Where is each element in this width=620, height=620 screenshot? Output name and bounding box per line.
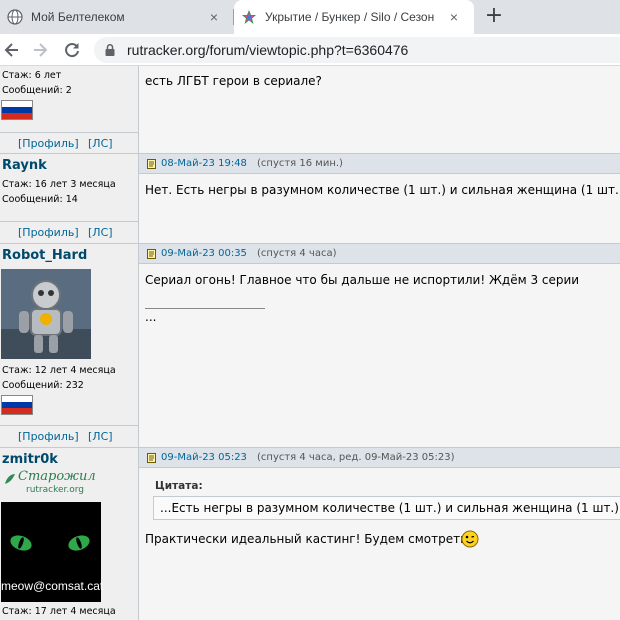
post: zmitr0k Старожил rutracker.org meow@coms… bbox=[0, 448, 620, 620]
post-body: 09-Май-23 00:35 (спустя 4 часа) Сериал о… bbox=[139, 244, 620, 447]
post-header: 09-Май-23 00:35 (спустя 4 часа) bbox=[139, 244, 620, 264]
post-body: 09-Май-23 05:23 (спустя 4 часа, ред. 09-… bbox=[139, 448, 620, 620]
post-header: 09-Май-23 05:23 (спустя 4 часа, ред. 09-… bbox=[139, 448, 620, 468]
russia-flag-icon bbox=[1, 100, 33, 120]
post-signature: ... bbox=[145, 310, 157, 324]
address-bar: rutracker.org/forum/viewtopic.php?t=6360… bbox=[0, 34, 620, 66]
post-text: Сериал огонь! Главное что бы дальше не и… bbox=[145, 273, 580, 287]
author-messages: Сообщений: 14 bbox=[2, 194, 78, 205]
back-arrow-icon[interactable] bbox=[2, 40, 22, 60]
post: Стаж: 6 лет Сообщений: 2 [Профиль] [ЛС] … bbox=[0, 66, 620, 154]
post-date-link[interactable]: 09-Май-23 05:23 bbox=[161, 452, 247, 463]
author-stazh: Стаж: 16 лет 3 месяца bbox=[2, 179, 116, 190]
author-nick[interactable]: zmitr0k bbox=[2, 452, 58, 467]
pm-link[interactable]: [ЛС] bbox=[88, 430, 113, 443]
robot-avatar bbox=[1, 269, 91, 359]
post-text: Нет. Есть негры в разумном количестве (1… bbox=[145, 183, 620, 197]
post-text: есть ЛГБТ герои в сериале? bbox=[145, 74, 322, 88]
pm-link[interactable]: [ЛС] bbox=[88, 137, 113, 150]
tab-bar: Мой Белтелеком × Укрытие / Бункер / Silo… bbox=[0, 0, 620, 34]
quote-label: Цитата: bbox=[155, 480, 203, 492]
author-rank-site: rutracker.org bbox=[26, 485, 85, 495]
post-author-panel: zmitr0k Старожил rutracker.org meow@coms… bbox=[0, 448, 139, 620]
profile-link[interactable]: [Профиль] bbox=[18, 430, 79, 443]
tab-title: Мой Белтелеком bbox=[31, 10, 125, 24]
author-rank: Старожил bbox=[18, 469, 96, 484]
author-nick[interactable]: Robot_Hard bbox=[2, 248, 87, 263]
post-time-since: (спустя 4 часа) bbox=[257, 248, 337, 259]
pm-link[interactable]: [ЛС] bbox=[88, 226, 113, 239]
post-author-panel: Raynk Стаж: 16 лет 3 месяца Сообщений: 1… bbox=[0, 154, 139, 243]
post-date-link[interactable]: 09-Май-23 00:35 bbox=[161, 248, 247, 259]
russia-flag-icon bbox=[1, 395, 33, 415]
author-stazh: Стаж: 12 лет 4 месяца bbox=[2, 365, 116, 376]
url-text: rutracker.org/forum/viewtopic.php?t=6360… bbox=[127, 42, 409, 58]
post-icon[interactable] bbox=[147, 159, 156, 169]
author-links: [Профиль] [ЛС] bbox=[0, 425, 139, 447]
post-author-panel: Стаж: 6 лет Сообщений: 2 [Профиль] [ЛС] bbox=[0, 66, 139, 153]
quote-box: ...Есть негры в разумном количестве (1 ш… bbox=[153, 496, 620, 520]
post-text: Практически идеальный кастинг! Будем смо… bbox=[145, 532, 468, 546]
rank-badge-icon bbox=[5, 474, 15, 484]
post-time-since: (спустя 16 мин.) bbox=[257, 158, 343, 169]
post: Raynk Стаж: 16 лет 3 месяца Сообщений: 1… bbox=[0, 154, 620, 244]
globe-icon bbox=[7, 9, 23, 25]
author-nick[interactable]: Raynk bbox=[2, 158, 47, 173]
wink-smiley-icon bbox=[461, 530, 479, 548]
post-time-since: (спустя 4 часа, ред. 09-Май-23 05:23) bbox=[257, 452, 455, 463]
post-date-link[interactable]: 08-Май-23 19:48 bbox=[161, 158, 247, 169]
author-links: [Профиль] [ЛС] bbox=[0, 221, 139, 243]
avatar-caption: meow@comsat.cat bbox=[1, 579, 104, 593]
author-stazh: Стаж: 6 лет bbox=[2, 70, 62, 81]
post-icon[interactable] bbox=[147, 453, 156, 463]
quote-text: ...Есть негры в разумном количестве (1 ш… bbox=[160, 501, 619, 515]
rutracker-favicon-icon bbox=[242, 10, 256, 24]
post-header: 08-Май-23 19:48 (спустя 16 мин.) bbox=[139, 154, 620, 174]
post-body: есть ЛГБТ герои в сериале? bbox=[139, 66, 620, 153]
tab-title: Укрытие / Бункер / Silo / Сезон bbox=[265, 10, 435, 24]
post-body: 08-Май-23 19:48 (спустя 16 мин.) Нет. Ес… bbox=[139, 154, 620, 243]
author-stazh: Стаж: 17 лет 4 месяца bbox=[2, 606, 116, 617]
profile-link[interactable]: [Профиль] bbox=[18, 137, 79, 150]
lock-icon[interactable] bbox=[103, 43, 117, 57]
author-messages: Сообщений: 2 bbox=[2, 85, 72, 96]
post: Robot_Hard Стаж: 12 лет 4 месяца Сообщен… bbox=[0, 244, 620, 448]
forum-posts: Стаж: 6 лет Сообщений: 2 [Профиль] [ЛС] … bbox=[0, 66, 620, 620]
author-messages: Сообщений: 232 bbox=[2, 380, 84, 391]
tab-beltelecom[interactable]: Мой Белтелеком × bbox=[0, 0, 234, 34]
signature-divider bbox=[145, 308, 265, 309]
post-icon[interactable] bbox=[147, 249, 156, 259]
author-links: [Профиль] [ЛС] bbox=[0, 132, 139, 154]
url-input[interactable]: rutracker.org/forum/viewtopic.php?t=6360… bbox=[94, 37, 620, 63]
new-tab-button[interactable]: + bbox=[482, 5, 506, 29]
close-icon[interactable]: × bbox=[206, 9, 222, 25]
post-author-panel: Robot_Hard Стаж: 12 лет 4 месяца Сообщен… bbox=[0, 244, 139, 447]
forward-arrow-icon[interactable] bbox=[30, 40, 50, 60]
profile-link[interactable]: [Профиль] bbox=[18, 226, 79, 239]
close-icon[interactable]: × bbox=[446, 9, 462, 25]
reload-icon[interactable] bbox=[62, 40, 82, 60]
tab-rutracker[interactable]: Укрытие / Бункер / Silo / Сезон × bbox=[234, 0, 474, 34]
